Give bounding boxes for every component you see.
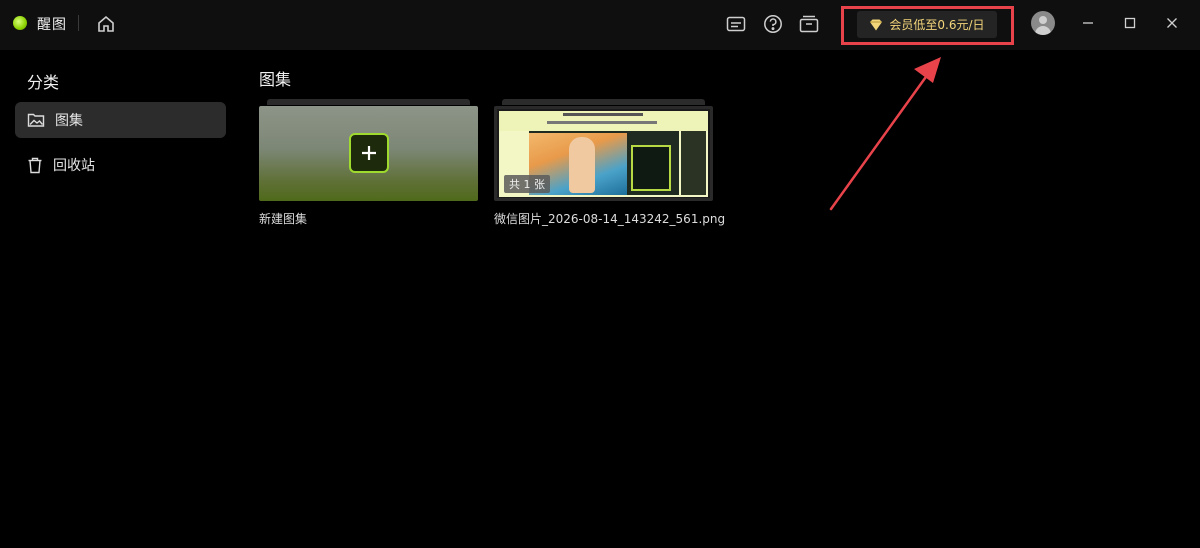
sidebar-title: 分类: [27, 73, 60, 92]
sidebar-item-gallery[interactable]: 图集: [15, 102, 226, 138]
annotation-arrow: [829, 57, 941, 211]
trash-icon: [28, 157, 42, 173]
count-badge: 共 1 张: [504, 175, 550, 193]
sidebar-item-trash[interactable]: 回收站: [15, 147, 226, 183]
gallery-card[interactable]: 共 1 张: [494, 106, 713, 201]
plus-icon[interactable]: [349, 133, 389, 173]
new-gallery-card[interactable]: [259, 106, 478, 201]
card-stack-tab: [267, 99, 470, 105]
card-caption: 微信图片_2026-08-14_143242_561.png: [494, 212, 726, 226]
gallery-icon: [27, 113, 45, 127]
card-caption: 新建图集: [259, 212, 308, 226]
page-title: 图集: [259, 70, 292, 89]
sidebar-item-label: 回收站: [53, 158, 95, 174]
sidebar-item-label: 图集: [55, 113, 83, 129]
card-stack-tab: [502, 99, 705, 105]
